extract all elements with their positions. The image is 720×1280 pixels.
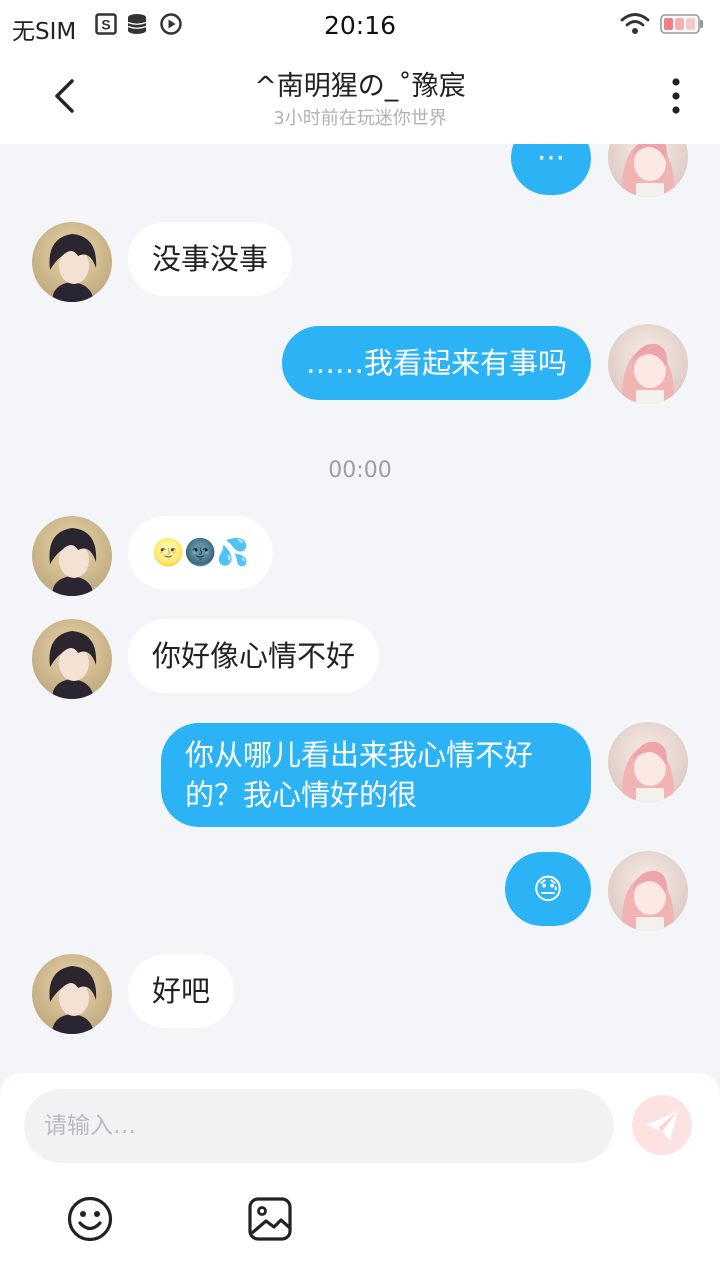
avatar-contact[interactable] — [32, 619, 112, 699]
avatar-contact[interactable] — [32, 954, 112, 1034]
message-bubble-incoming[interactable]: 🌝🌚💦 — [128, 516, 274, 590]
send-button[interactable] — [632, 1095, 692, 1155]
avatar-contact[interactable] — [32, 222, 112, 302]
message-bubble-incoming[interactable]: 没事没事 — [128, 222, 293, 296]
time-divider: 00:00 — [328, 458, 392, 483]
message-bubble-outgoing[interactable]: 你从哪儿看出来我心情不好的？我心情好的很 — [161, 723, 591, 827]
avatar-image-boy — [32, 954, 112, 1034]
paper-plane-icon — [646, 1111, 678, 1141]
avatar-self[interactable] — [608, 144, 688, 197]
message-bubble-outgoing[interactable]: ··· — [511, 144, 591, 195]
more-options-button[interactable] — [656, 74, 696, 118]
status-bar: 无SIM S 20:16 — [0, 0, 720, 52]
avatar-image-boy — [32, 222, 112, 302]
message-bubble-outgoing[interactable]: 😓 — [505, 852, 591, 926]
battery-icon — [660, 14, 703, 34]
contact-name: ^南明猩の_˚豫宸 — [254, 71, 466, 102]
message-bubble-outgoing[interactable]: ……我看起来有事吗 — [281, 326, 591, 400]
message-composer — [0, 1073, 720, 1280]
avatar-image-girl — [608, 324, 688, 404]
avatar-image-girl — [608, 851, 688, 931]
message-input[interactable] — [24, 1089, 614, 1163]
avatar-image-girl — [608, 144, 688, 197]
message-list[interactable]: ··· 没事没事 ……我看起来有事吗 00:00 🌝🌚💦 你好像心情不好 你从哪… — [0, 144, 720, 1074]
emoji-button[interactable] — [66, 1195, 114, 1243]
avatar-self[interactable] — [608, 324, 688, 404]
avatar-contact[interactable] — [32, 516, 112, 596]
avatar-image-boy — [32, 619, 112, 699]
image-button[interactable] — [246, 1195, 294, 1243]
contact-status: 3小时前在玩迷你世界 — [273, 108, 447, 129]
avatar-image-boy — [32, 516, 112, 596]
chat-header: ^南明猩の_˚豫宸 3小时前在玩迷你世界 — [0, 52, 720, 144]
message-bubble-incoming[interactable]: 好吧 — [128, 954, 235, 1028]
avatar-self[interactable] — [608, 851, 688, 931]
message-bubble-incoming[interactable]: 你好像心情不好 — [128, 619, 380, 693]
avatar-image-girl — [608, 722, 688, 802]
wifi-icon — [620, 13, 650, 34]
avatar-self[interactable] — [608, 722, 688, 802]
clock: 20:16 — [323, 11, 397, 40]
